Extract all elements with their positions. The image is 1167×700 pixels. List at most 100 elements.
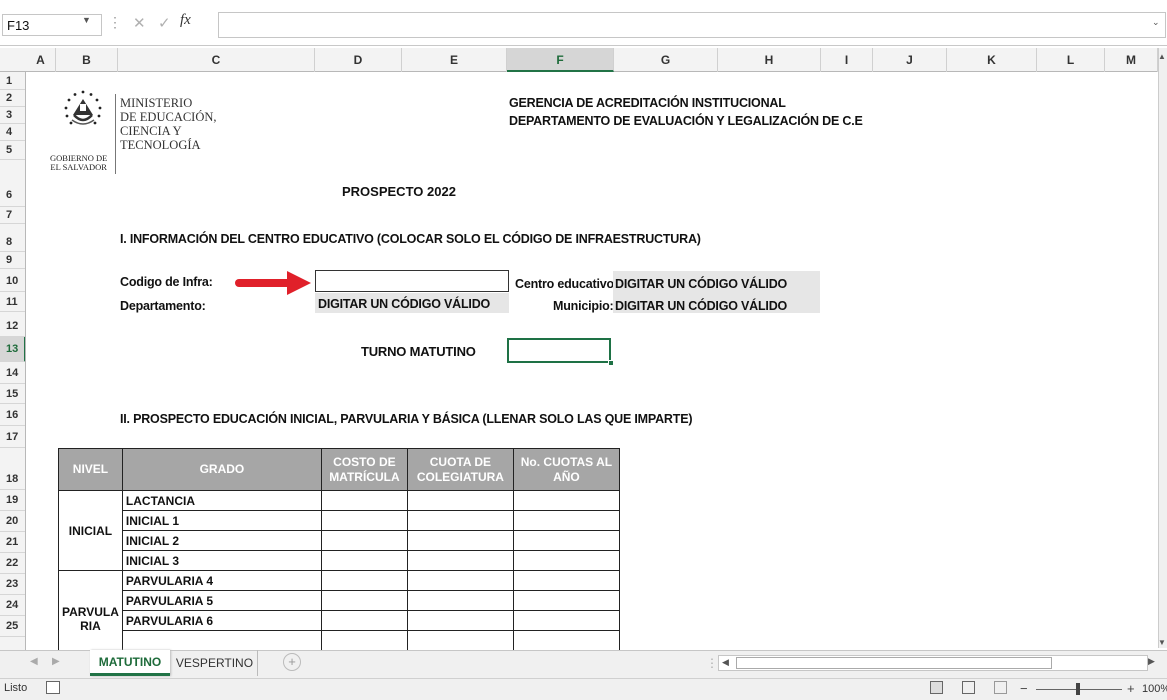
scroll-right-icon[interactable]: ▶ [1148,656,1155,667]
worksheet-grid[interactable]: GOBIERNO DE EL SALVADOR MINISTERIO DE ED… [26,72,1158,650]
no-cuotas-cell[interactable] [512,570,620,591]
column-header-m[interactable]: M [1105,48,1158,72]
expand-formula-bar-icon[interactable]: ⌄ [1152,17,1160,28]
scroll-down-icon[interactable]: ▼ [1158,638,1166,647]
row-header-1[interactable]: 1 [0,72,25,90]
costo-cell[interactable] [320,550,408,571]
column-header-i[interactable]: I [821,48,873,72]
grado-cell[interactable]: INICIAL 3 [121,550,322,571]
nivel-parvularia-cell[interactable]: PARVULA RIA [58,570,123,650]
row-header-23[interactable]: 23 [0,574,25,595]
selected-cell-f13[interactable] [507,338,611,363]
column-header-g[interactable]: G [614,48,718,72]
fill-handle[interactable] [608,360,614,366]
row-header-3[interactable]: 3 [0,107,25,124]
no-cuotas-cell[interactable] [512,610,620,631]
row-header-15[interactable]: 15 [0,384,25,404]
tab-split-grip-icon[interactable]: ⋮ [706,656,718,670]
scroll-up-icon[interactable]: ▲ [1158,52,1166,61]
row-header-11[interactable]: 11 [0,292,25,312]
cuota-cell[interactable] [406,590,514,611]
row-header-6[interactable]: 6 [0,160,25,207]
costo-cell[interactable] [320,630,408,650]
row-header-12[interactable]: 12 [0,312,25,337]
row-header-13[interactable]: 13 [0,337,25,362]
no-cuotas-cell[interactable] [512,630,620,650]
grado-cell[interactable]: INICIAL 2 [121,530,322,551]
grado-cell[interactable]: PARVULARIA 6 [121,610,322,631]
column-header-b[interactable]: B [56,48,118,72]
no-cuotas-cell[interactable] [512,530,620,551]
cuota-cell[interactable] [406,530,514,551]
zoom-in-icon[interactable]: + [1127,681,1135,696]
column-header-c[interactable]: C [118,48,315,72]
sheet-tab-matutino[interactable]: MATUTINO [90,650,170,676]
costo-cell[interactable] [320,510,408,531]
page-layout-view-icon[interactable] [962,681,975,694]
row-header-7[interactable]: 7 [0,207,25,224]
column-header-j[interactable]: J [873,48,947,72]
scroll-left-icon[interactable]: ◀ [722,657,729,668]
tab-prev-icon[interactable]: ◀ [30,656,38,667]
row-header-18[interactable]: 18 [0,448,25,490]
column-header-l[interactable]: L [1037,48,1105,72]
normal-view-icon[interactable] [930,681,943,694]
costo-cell[interactable] [320,490,408,511]
zoom-level[interactable]: 100% [1142,683,1167,695]
no-cuotas-cell[interactable] [512,550,620,571]
grado-cell[interactable]: PARVULARIA 4 [121,570,322,591]
cuota-cell[interactable] [406,570,514,591]
column-header-h[interactable]: H [718,48,821,72]
row-header-21[interactable]: 21 [0,532,25,553]
insert-function-icon[interactable]: fx [180,12,191,29]
cancel-icon[interactable]: ✕ [133,14,146,32]
page-break-view-icon[interactable] [994,681,1007,694]
row-header-8[interactable]: 8 [0,224,25,252]
grado-cell[interactable]: PARVULARIA 5 [121,590,322,611]
column-header-a[interactable]: A [26,48,56,72]
no-cuotas-cell[interactable] [512,590,620,611]
tab-next-icon[interactable]: ▶ [52,656,60,667]
row-header-20[interactable]: 20 [0,511,25,532]
grado-cell[interactable]: LACTANCIA [121,490,322,511]
row-header-19[interactable]: 19 [0,490,25,511]
sheet-tab-vespertino[interactable]: VESPERTINO [172,650,258,676]
zoom-out-icon[interactable]: − [1020,681,1028,696]
cuota-cell[interactable] [406,510,514,531]
cuota-cell[interactable] [406,490,514,511]
enter-icon[interactable]: ✓ [158,14,171,32]
cuota-cell[interactable] [406,630,514,650]
row-header-25[interactable]: 25 [0,616,25,637]
row-header-9[interactable]: 9 [0,252,25,269]
column-header-e[interactable]: E [402,48,507,72]
no-cuotas-cell[interactable] [512,490,620,511]
nivel-inicial-cell[interactable]: INICIAL [58,490,123,571]
costo-cell[interactable] [320,590,408,611]
column-header-f[interactable]: F [507,48,614,72]
add-sheet-icon[interactable]: + [283,653,301,671]
row-header-14[interactable]: 14 [0,362,25,384]
costo-cell[interactable] [320,610,408,631]
row-header-17[interactable]: 17 [0,426,25,448]
column-header-d[interactable]: D [315,48,402,72]
macro-record-icon[interactable] [46,681,60,694]
grado-cell[interactable] [121,630,322,650]
column-header-k[interactable]: K [947,48,1037,72]
codigo-infra-input[interactable] [315,270,509,292]
row-header-24[interactable]: 24 [0,595,25,616]
grado-cell[interactable]: INICIAL 1 [121,510,322,531]
costo-cell[interactable] [320,530,408,551]
zoom-slider-thumb[interactable] [1076,683,1080,695]
row-header-5[interactable]: 5 [0,141,25,160]
row-header-22[interactable]: 22 [0,553,25,574]
row-header-16[interactable]: 16 [0,404,25,426]
name-box-dropdown-icon[interactable]: ▼ [82,15,91,25]
cuota-cell[interactable] [406,610,514,631]
costo-cell[interactable] [320,570,408,591]
cuota-cell[interactable] [406,550,514,571]
row-header-10[interactable]: 10 [0,269,25,292]
formula-input[interactable] [218,12,1166,38]
vertical-scrollbar[interactable] [1158,48,1167,648]
horizontal-scroll-thumb[interactable] [736,657,1052,669]
row-header-4[interactable]: 4 [0,124,25,141]
